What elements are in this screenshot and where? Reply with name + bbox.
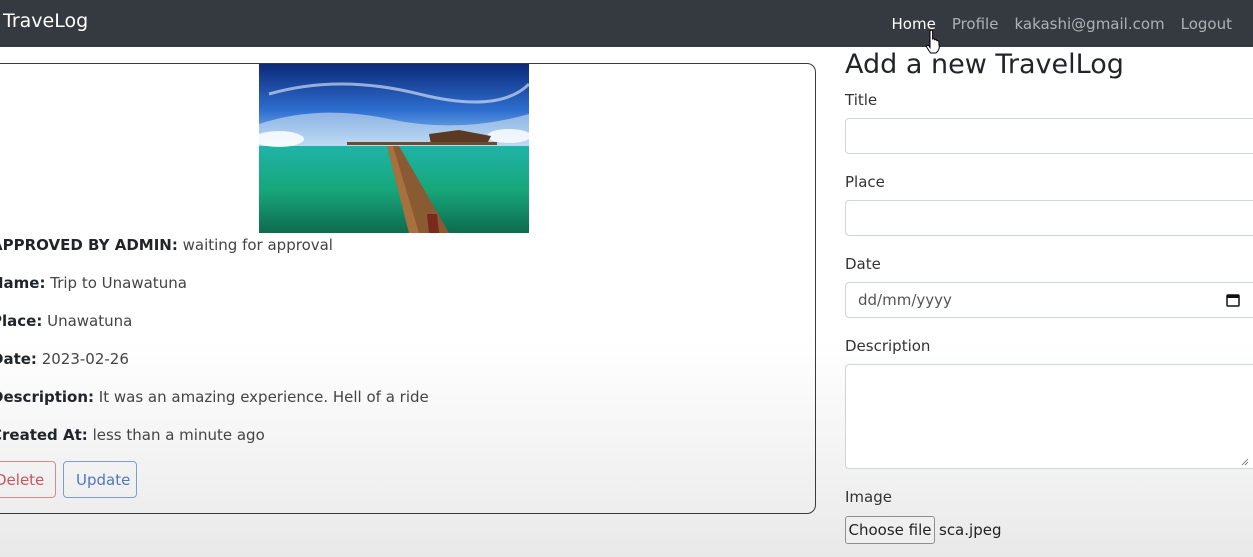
choose-file-button[interactable]: Choose file <box>845 516 935 544</box>
brand-logo[interactable]: TraveLog <box>3 10 88 32</box>
travel-log-card: APPROVED BY ADMIN: waiting for approval … <box>0 63 816 514</box>
image-label: Image <box>845 488 892 506</box>
log-description: Description: It was an amazing experienc… <box>0 388 429 406</box>
calendar-icon[interactable] <box>1226 293 1240 307</box>
log-name: Name: Trip to Unawatuna <box>0 274 187 292</box>
resize-handle-icon[interactable] <box>1241 458 1249 466</box>
travel-photo <box>259 64 529 233</box>
nav-user-email-link[interactable]: kakashi@gmail.com <box>1014 15 1164 33</box>
update-button[interactable]: Update <box>63 461 137 498</box>
date-input[interactable]: dd/mm/yyyy <box>845 282 1253 318</box>
nav-logout-link[interactable]: Logout <box>1181 15 1232 33</box>
navbar: TraveLog Home Profile kakashi@gmail.com … <box>0 0 1253 47</box>
log-place: Place: Unawatuna <box>0 312 133 330</box>
place-input[interactable] <box>845 200 1253 236</box>
title-label: Title <box>845 91 878 109</box>
nav-links: Home Profile kakashi@gmail.com Logout <box>892 0 1253 47</box>
description-textarea[interactable] <box>845 364 1253 469</box>
date-placeholder: dd/mm/yyyy <box>858 291 952 309</box>
form-title: Add a new TravelLog <box>845 49 1124 80</box>
date-label: Date <box>845 255 881 273</box>
delete-button[interactable]: Delete <box>0 461 56 498</box>
approval-status: APPROVED BY ADMIN: waiting for approval <box>0 236 333 254</box>
nav-profile-link[interactable]: Profile <box>952 15 999 33</box>
selected-file-name: sca.jpeg <box>939 521 1002 539</box>
title-input[interactable] <box>845 118 1253 154</box>
log-date: Date: 2023-02-26 <box>0 350 129 368</box>
description-label: Description <box>845 337 931 355</box>
place-label: Place <box>845 173 885 191</box>
log-created-at: Created At: less than a minute ago <box>0 426 265 444</box>
